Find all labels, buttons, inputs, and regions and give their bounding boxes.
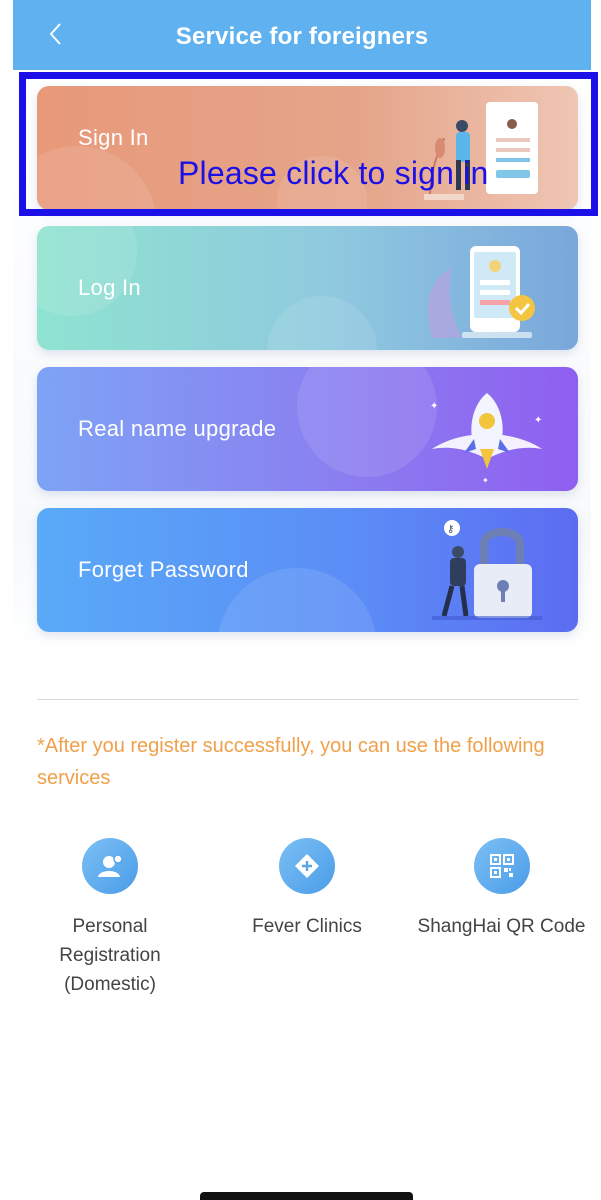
home-indicator[interactable] [200,1192,413,1200]
person-badge-icon [82,838,138,894]
divider [37,699,578,700]
real-name-upgrade-card[interactable]: Real name upgrade ✦ ✦ ✦ [37,367,578,491]
sign-in-label: Sign In [78,125,149,150]
forget-password-label: Forget Password [78,557,249,582]
service-shanghai-qr-code[interactable]: ShangHai QR Code [402,838,601,941]
log-in-card[interactable]: Log In [37,226,578,350]
svg-text:✦: ✦ [430,401,438,412]
header-bar: Service for foreigners [13,0,591,70]
svg-text:⚷: ⚷ [447,524,454,535]
svg-text:✦: ✦ [534,415,542,426]
service-label: Fever Clinics [252,916,362,937]
phone-with-check-icon [428,246,535,338]
plus-shield-icon [279,838,335,894]
forget-password-card[interactable]: Forget Password ⚷ [37,508,578,632]
decor-blob [267,296,377,350]
service-personal-registration[interactable]: Personal Registration (Domestic) [40,838,180,999]
sign-in-hint: Please click to sign in [178,155,489,191]
rocket-icon: ✦ ✦ ✦ [430,393,542,483]
services-notice: *After you register successfully, you ca… [37,735,545,789]
service-label: ShangHai QR Code [417,916,586,937]
real-name-upgrade-label: Real name upgrade [78,416,277,441]
decor-blob [297,367,437,477]
page-title: Service for foreigners [175,23,429,50]
person-with-padlock-icon: ⚷ [432,520,542,620]
qr-code-icon [473,838,530,894]
log-in-label: Log In [78,275,141,300]
service-label: Personal Registration (Domestic) [59,916,161,995]
svg-text:✦: ✦ [482,476,489,483]
service-fever-clinics[interactable]: Fever Clinics [232,838,382,941]
